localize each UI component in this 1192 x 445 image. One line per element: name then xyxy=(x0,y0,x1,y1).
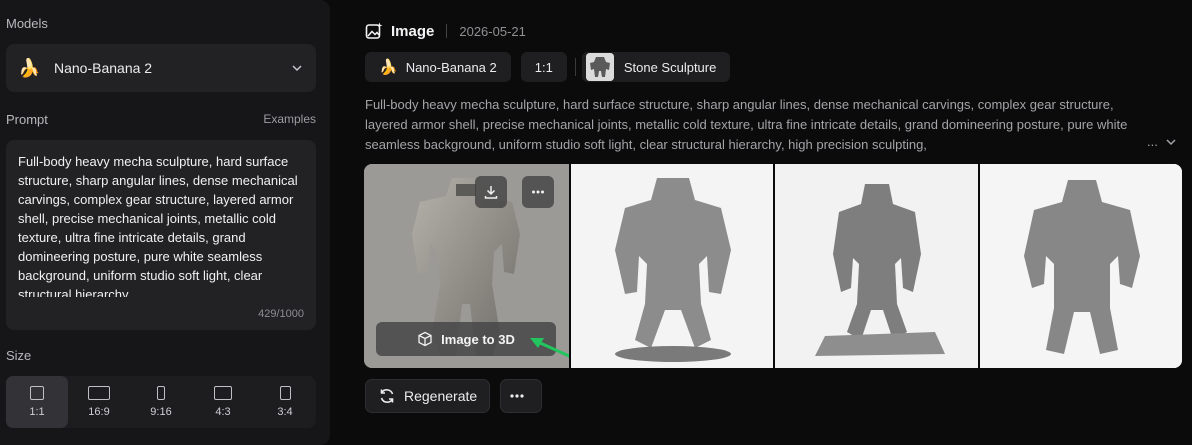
mecha-sculpture-image xyxy=(979,164,1182,368)
more-horizontal-icon xyxy=(532,190,544,194)
size-option-3-4[interactable]: 3:4 xyxy=(254,376,316,428)
result-image-2[interactable] xyxy=(568,164,775,368)
prompt-text: Full-body heavy mecha sculpture, hard su… xyxy=(18,154,302,297)
date-label: 2026-05-21 xyxy=(459,23,526,39)
model-select-value: Nano-Banana 2 xyxy=(54,60,153,76)
size-label-16-9: 16:9 xyxy=(88,406,110,418)
examples-link[interactable]: Examples xyxy=(263,112,316,126)
divider xyxy=(574,58,576,76)
cube-icon xyxy=(418,331,432,347)
download-button[interactable] xyxy=(475,176,507,208)
image-to-3d-label: Image to 3D xyxy=(441,331,515,347)
portrait-icon xyxy=(157,386,165,400)
model-chip-label: Nano-Banana 2 xyxy=(405,59,497,75)
prompt-label: Prompt xyxy=(6,112,48,127)
size-label-1-1: 1:1 xyxy=(29,406,45,418)
size-option-4-3[interactable]: 4:3 xyxy=(192,376,254,428)
style-thumbnail xyxy=(585,53,614,81)
model-select[interactable]: 🍌 Nano-Banana 2 xyxy=(6,44,316,92)
page-title: Image xyxy=(391,22,435,40)
params-chips: 🍌 Nano-Banana 2 1:1 Stone Sculpture xyxy=(365,52,740,82)
models-label: Models xyxy=(6,16,48,31)
ratio-chip[interactable]: 1:1 xyxy=(520,52,567,82)
square-icon xyxy=(30,386,44,400)
regenerate-label: Regenerate xyxy=(404,388,478,404)
portrait-icon xyxy=(279,386,291,400)
mecha-sculpture-image xyxy=(775,164,979,368)
banana-icon: 🍌 xyxy=(18,57,41,78)
char-counter: 429/1000 xyxy=(258,308,304,320)
banana-icon: 🍌 xyxy=(379,59,398,76)
mecha-sculpture-image xyxy=(570,164,775,368)
style-chip[interactable]: Stone Sculpture xyxy=(581,52,731,82)
chevron-down-icon xyxy=(1166,138,1176,145)
more-actions-button[interactable] xyxy=(500,379,543,413)
result-image-4[interactable] xyxy=(977,164,1182,368)
landscape-icon xyxy=(88,386,110,400)
regenerate-button[interactable]: Regenerate xyxy=(365,379,491,413)
refresh-icon xyxy=(380,389,394,403)
style-chip-label: Stone Sculpture xyxy=(623,59,717,75)
image-more-button[interactable] xyxy=(522,176,554,208)
result-image-3[interactable] xyxy=(773,164,979,368)
model-chip[interactable]: 🍌 Nano-Banana 2 xyxy=(365,52,511,82)
ellipsis-text: ... xyxy=(1147,134,1158,149)
more-horizontal-icon xyxy=(510,394,524,398)
size-option-16-9[interactable]: 16:9 xyxy=(68,376,130,428)
result-image-1[interactable]: Image to 3D xyxy=(364,164,579,368)
size-label-4-3: 4:3 xyxy=(215,406,231,418)
size-option-9-16[interactable]: 9:16 xyxy=(130,376,192,428)
result-actions: Regenerate xyxy=(365,379,552,413)
download-icon xyxy=(484,186,498,199)
prompt-textarea[interactable]: Full-body heavy mecha sculpture, hard su… xyxy=(6,140,316,330)
size-label: Size xyxy=(6,348,32,363)
size-option-1-1[interactable]: 1:1 xyxy=(6,376,68,428)
ratio-chip-label: 1:1 xyxy=(534,59,553,75)
divider xyxy=(446,24,448,38)
size-label-3-4: 3:4 xyxy=(277,406,293,418)
size-selector: 1:1 16:9 9:16 4:3 3:4 xyxy=(6,376,316,428)
chevron-down-icon xyxy=(292,65,302,72)
landscape-icon xyxy=(214,386,232,400)
image-sparkle-icon xyxy=(365,22,383,39)
image-gallery: Image to 3D xyxy=(364,164,1182,368)
prompt-description: Full-body heavy mecha sculpture, hard su… xyxy=(365,97,1128,152)
expand-description[interactable]: ... xyxy=(1147,134,1178,149)
settings-panel: Models 🍌 Nano-Banana 2 Prompt Examples F… xyxy=(0,0,330,445)
size-label-9-16: 9:16 xyxy=(150,406,172,418)
result-header: Image 2026-05-21 xyxy=(365,20,526,42)
